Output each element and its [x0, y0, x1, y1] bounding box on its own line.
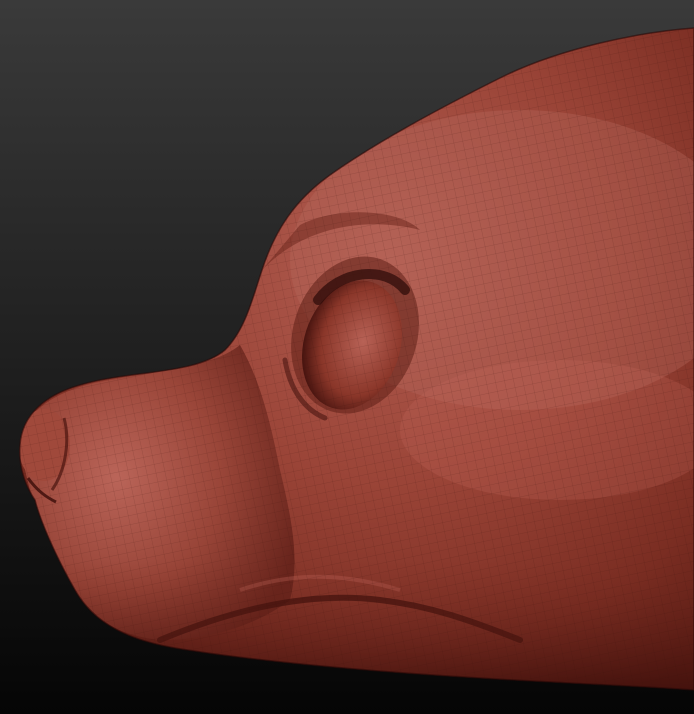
- viewport[interactable]: [0, 0, 694, 714]
- sculpt-render: [0, 0, 694, 714]
